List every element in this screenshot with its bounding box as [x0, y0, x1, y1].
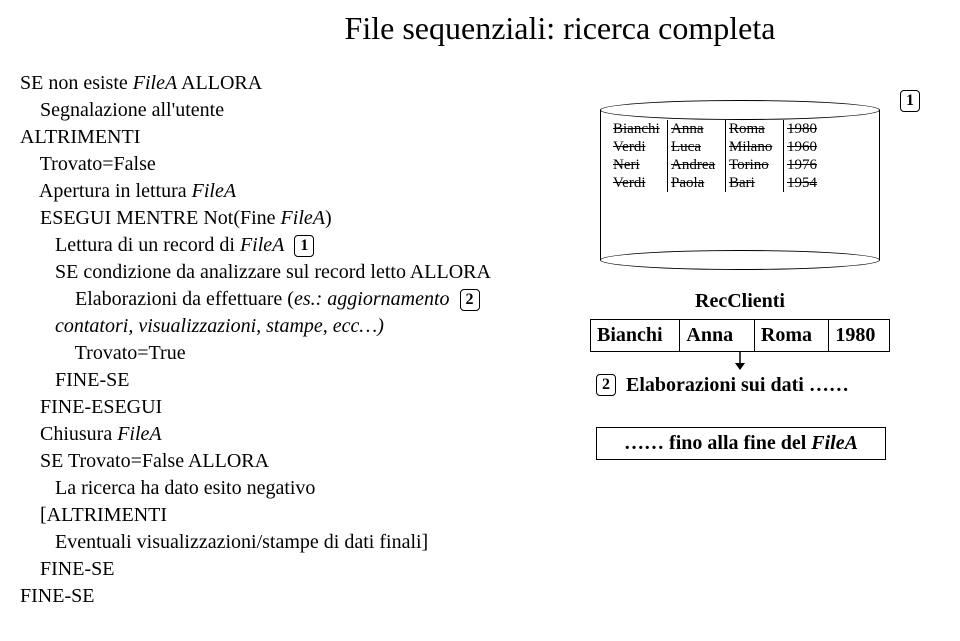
slide-title: File sequenziali: ricerca completa	[160, 0, 960, 67]
t: Apertura in lettura	[20, 180, 192, 202]
t: FileA	[133, 72, 177, 94]
c: Torino	[726, 156, 784, 174]
c: Andrea	[668, 156, 726, 174]
t: FileA	[811, 432, 858, 454]
c: Roma	[726, 120, 784, 138]
step-1-box-code: 1	[294, 235, 314, 257]
table-row: Verdi Luca Milano 1960	[610, 138, 870, 156]
c: Paola	[668, 174, 726, 192]
t: Elaborazioni da effettuare (	[20, 288, 294, 310]
step-2-box-diagram: 2	[596, 374, 616, 396]
c: Bari	[726, 174, 784, 192]
t: contatori, visualizzazioni, stampe, ecc……	[20, 313, 550, 340]
t: SE condizione da analizzare sul record l…	[20, 259, 550, 286]
t: es.: aggiornamento	[294, 288, 450, 310]
end-of-file-box: …… fino alla fine del FileA	[596, 427, 886, 460]
elaboration-text: Elaborazioni sui dati ……	[626, 374, 940, 397]
t: )	[325, 207, 332, 229]
t: Eventuali visualizzazioni/stampe di dati…	[20, 529, 550, 556]
c: 1954	[784, 174, 826, 192]
c: 1980	[784, 120, 826, 138]
t: FINE-ESEGUI	[20, 394, 550, 421]
t: FINE-SE	[20, 556, 550, 583]
t: FINE-SE	[20, 367, 550, 394]
current-record-row: Bianchi Anna Roma 1980	[590, 319, 890, 352]
c: Bianchi	[591, 320, 680, 351]
step-1-box-diagram: 1	[900, 90, 920, 112]
c: 1980	[829, 320, 889, 351]
c: Verdi	[610, 174, 668, 192]
cylinder-bottom	[600, 250, 880, 270]
c: Neri	[610, 156, 668, 174]
table-row: Verdi Paola Bari 1954	[610, 174, 870, 192]
t: Trovato=True	[20, 340, 550, 367]
t: ESEGUI MENTRE Not(Fine	[20, 207, 281, 229]
table-row: Bianchi Anna Roma 1980	[610, 120, 870, 138]
t: SE Trovato=False ALLORA	[20, 448, 550, 475]
cylinder-top	[600, 100, 880, 120]
t: …… fino alla fine del	[624, 432, 811, 454]
t: ALTRIMENTI	[20, 124, 550, 151]
t: SE non esiste	[20, 72, 133, 94]
t: Segnalazione all'utente	[20, 97, 550, 124]
table-row: Neri Andrea Torino 1976	[610, 156, 870, 174]
c: Verdi	[610, 138, 668, 156]
t: FileA	[117, 423, 161, 445]
database-cylinder: Bianchi Anna Roma 1980 Verdi Luca Milano…	[600, 100, 880, 260]
t: La ricerca ha dato esito negativo	[20, 475, 550, 502]
diagram-area: 1 Bianchi Anna Roma 1980 Verdi Luca Mila…	[580, 100, 940, 460]
t: FileA	[281, 207, 325, 229]
rec-label: RecClienti	[600, 290, 880, 313]
t: Trovato=False	[20, 151, 550, 178]
t: FINE-SE	[20, 583, 550, 610]
arrow-down-icon	[590, 352, 890, 370]
c: 1976	[784, 156, 826, 174]
pseudocode-block: SE non esiste FileA ALLORA Segnalazione …	[20, 70, 550, 610]
t: Chiusura	[20, 423, 117, 445]
c: Anna	[680, 320, 755, 351]
c: 1960	[784, 138, 826, 156]
c: Luca	[668, 138, 726, 156]
t: Lettura di un record di	[20, 234, 240, 256]
step-2-box-code: 2	[460, 289, 480, 311]
db-table: Bianchi Anna Roma 1980 Verdi Luca Milano…	[610, 120, 870, 192]
c: Milano	[726, 138, 784, 156]
t: FileA	[240, 234, 284, 256]
c: Bianchi	[610, 120, 668, 138]
c: Anna	[668, 120, 726, 138]
t: [ALTRIMENTI	[20, 502, 550, 529]
t: FileA	[192, 180, 236, 202]
c: Roma	[755, 320, 830, 351]
t: ALLORA	[177, 72, 262, 94]
